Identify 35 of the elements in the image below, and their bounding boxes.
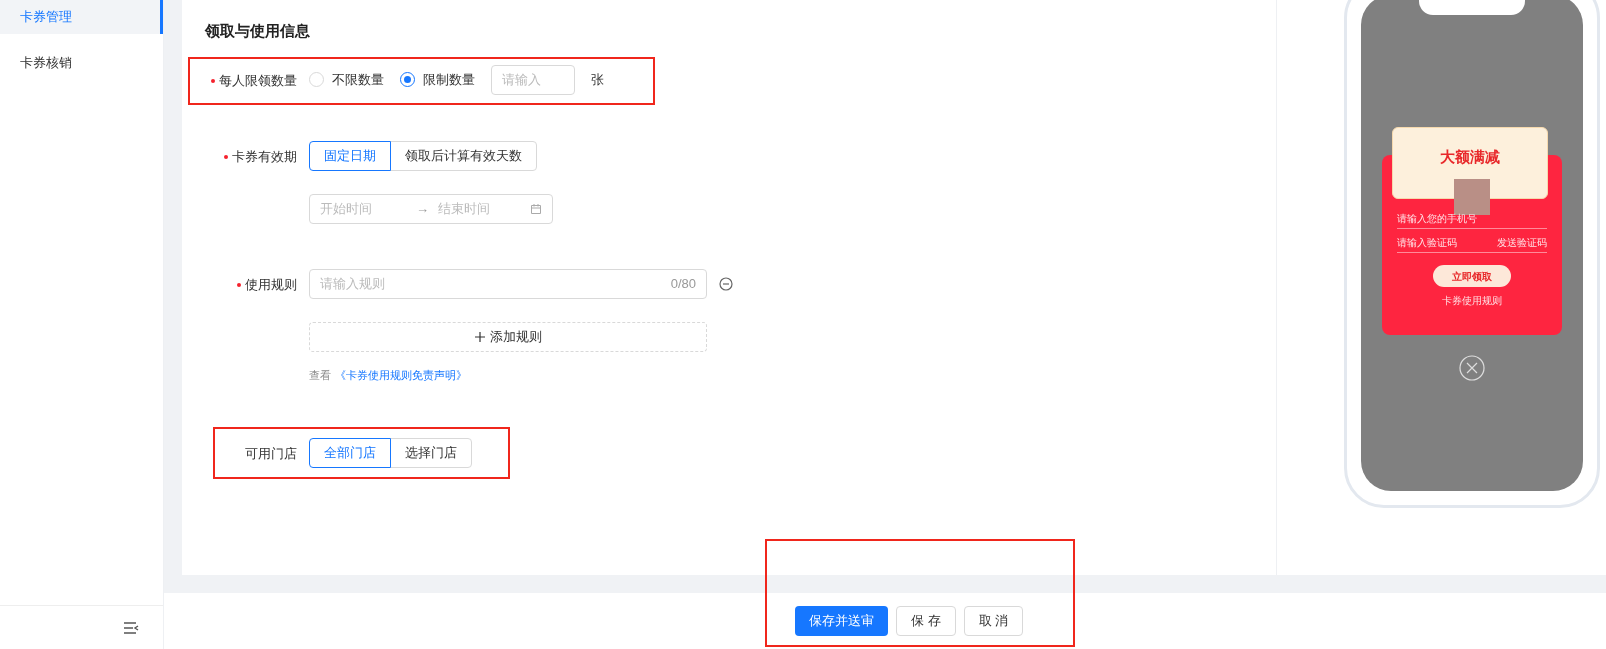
radio-label[interactable]: 限制数量 (423, 69, 475, 90)
radio-label[interactable]: 不限数量 (332, 69, 384, 90)
arrow-icon: → (416, 198, 438, 219)
disclaimer-link[interactable]: 《卡券使用规则免责声明》 (335, 366, 467, 383)
note-text: 查看 (309, 367, 331, 383)
field-label: 使用规则 (245, 275, 297, 294)
section-title: 领取与使用信息 (205, 21, 311, 41)
segment-tab[interactable]: 全部门店 (309, 438, 391, 468)
segment-tab[interactable]: 领取后计算有效天数 (390, 140, 537, 171)
save-and-submit-button[interactable]: 保存并送审 (795, 606, 888, 636)
field-label: 每人限领数量 (219, 71, 297, 90)
number-input-field[interactable]: 请输入 (491, 64, 575, 95)
footer-button[interactable]: 保 存 (896, 606, 956, 636)
sidebar-item[interactable]: 卡券管理 (0, 0, 163, 34)
placeholder-text: 请输入规则 (320, 274, 385, 293)
footer-button[interactable]: 取 消 (963, 606, 1024, 636)
field-label: 卡券有效期 (232, 147, 297, 166)
segment-tab[interactable]: 固定日期 (309, 140, 391, 171)
pixelated-image (1453, 179, 1490, 215)
character-counter: 0/80 (670, 274, 696, 293)
sidebar-item[interactable]: 卡券核销 (0, 46, 163, 80)
add-rule-button[interactable]: 添加规则 (309, 321, 707, 352)
field-label: 可用门店 (245, 445, 297, 464)
placeholder-text: 请输入验证码 (1396, 236, 1457, 250)
close-icon (1458, 355, 1485, 381)
unit-label: 张 (591, 70, 604, 89)
segment-tab[interactable]: 选择门店 (390, 438, 472, 468)
collapse-menu-icon[interactable] (123, 620, 139, 635)
calendar-icon (530, 202, 542, 215)
end-placeholder: 结束时间 (438, 199, 491, 218)
placeholder-text: 请输入您的手机号 (1396, 212, 1477, 226)
start-placeholder: 开始时间 (320, 199, 373, 218)
remove-circle-icon[interactable] (719, 276, 733, 291)
plus-icon (474, 330, 486, 343)
coupon-title: 大额满减 (1439, 147, 1500, 167)
